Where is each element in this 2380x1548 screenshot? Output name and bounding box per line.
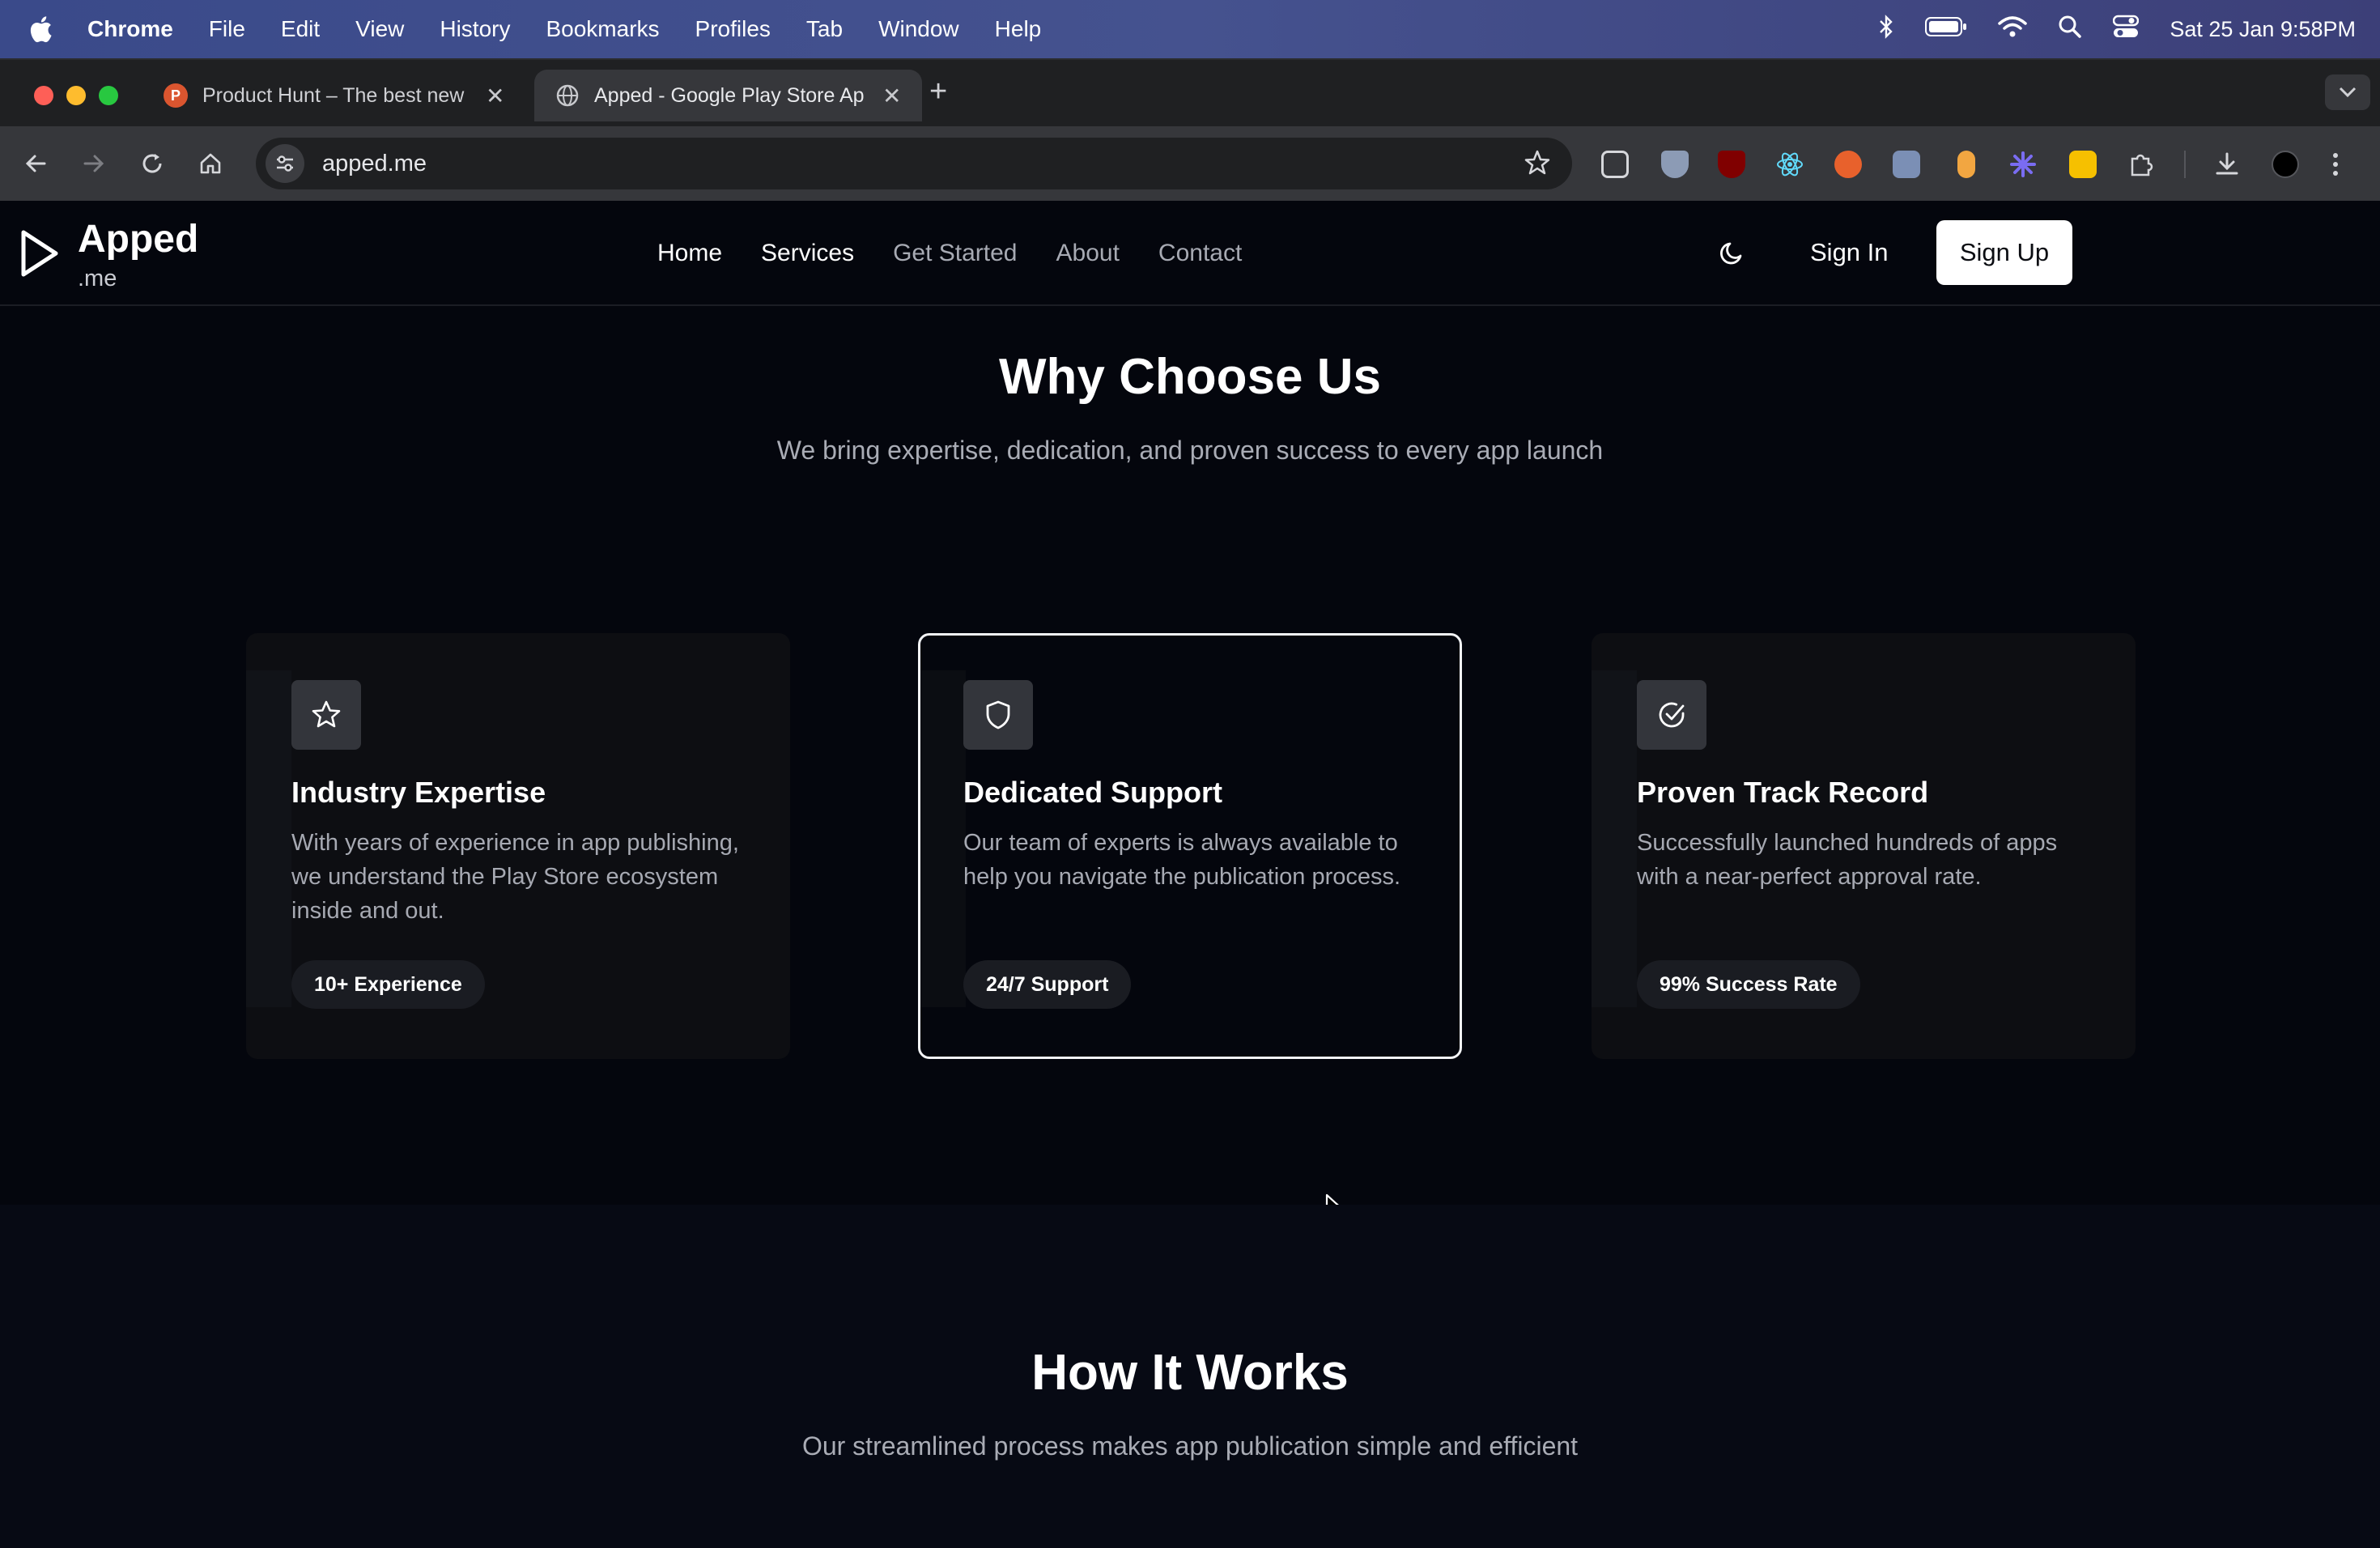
shield-icon [963,680,1033,750]
chrome-menu-icon[interactable] [2331,151,2348,178]
menu-help[interactable]: Help [995,16,1042,42]
feature-card-dedicated-support[interactable]: Dedicated Support Our team of experts is… [918,633,1462,1059]
menubar-clock[interactable]: Sat 25 Jan 9:58PM [2170,17,2356,42]
menu-window[interactable]: Window [878,16,959,42]
extension-card-icon[interactable] [1893,151,1920,178]
card-badge: 10+ Experience [291,960,485,1009]
card-accent [246,670,291,1007]
bluetooth-icon[interactable] [1878,14,1894,45]
how-it-works-subtitle: Our streamlined process makes app public… [801,1431,1579,1461]
menu-app-name[interactable]: Chrome [87,16,173,42]
card-description: Our team of experts is always available … [963,830,1401,890]
card-title: Dedicated Support [963,776,1223,809]
card-description: With years of experience in app publishi… [291,830,739,924]
nav-home[interactable]: Home [657,240,722,267]
browser-tab-apped[interactable]: Apped - Google Play Store Ap ✕ [534,70,923,121]
play-logo-icon[interactable] [19,228,60,283]
wifi-icon[interactable] [1998,15,2028,44]
extension-react-devtools-icon[interactable] [1776,151,1804,178]
address-bar[interactable]: apped.me [256,138,1572,189]
how-it-works-heading: How It Works [1031,1345,1349,1401]
sign-up-button[interactable]: Sign Up [1936,220,2072,285]
nav-about[interactable]: About [1056,240,1120,267]
sign-in-button[interactable]: Sign In [1810,238,1889,267]
tab-search-button[interactable] [2325,74,2370,110]
browser-tab-product-hunt[interactable]: P Product Hunt – The best new ✕ [142,70,525,121]
card-badge: 24/7 Support [963,960,1132,1009]
forward-button[interactable] [74,144,113,183]
nav-services[interactable]: Services [761,240,854,267]
menu-file[interactable]: File [209,16,245,42]
extension-shield-icon[interactable] [1661,151,1689,178]
control-center-icon[interactable] [2113,15,2140,45]
browser-toolbar: apped.me [0,126,2380,201]
new-tab-button[interactable]: + [929,74,947,109]
card-title: Proven Track Record [1637,776,1929,809]
browser-tab-strip: P Product Hunt – The best new ✕ Apped - … [0,58,2380,126]
star-icon [291,680,361,750]
extensions-puzzle-icon[interactable] [2127,151,2155,178]
why-choose-us-title: Why Choose Us [999,349,1381,405]
tab-title: Apped - Google Play Store Ap [594,83,865,107]
card-title: Industry Expertise [291,776,546,809]
profile-avatar[interactable] [2272,151,2299,178]
tab-title: Product Hunt – The best new [202,83,465,107]
moon-icon[interactable] [1716,236,1749,269]
minimize-window-button[interactable] [66,86,86,105]
globe-icon [555,83,580,108]
main-nav: Home Services Get Started About Contact [657,240,1242,267]
nav-get-started[interactable]: Get Started [893,240,1017,267]
close-window-button[interactable] [34,86,53,105]
extension-picture-in-picture-icon[interactable] [1601,151,1629,178]
product-hunt-favicon-icon: P [164,83,188,108]
menu-bookmarks[interactable]: Bookmarks [546,16,659,42]
back-button[interactable] [16,144,55,183]
card-badge: 99% Success Rate [1637,960,1860,1009]
extension-asterisk-icon[interactable] [2009,151,2037,178]
extension-ublock-icon[interactable] [1718,151,1745,178]
check-circle-icon [1637,680,1706,750]
site-info-icon[interactable] [266,144,304,183]
bookmark-star-icon[interactable] [1524,149,1551,181]
apple-icon[interactable] [24,13,57,45]
home-button[interactable] [191,144,230,183]
extension-capsule-icon[interactable] [1957,151,1975,178]
menu-history[interactable]: History [440,16,510,42]
feature-card-proven-track-record[interactable]: Proven Track Record Successfully launche… [1592,633,2136,1059]
toolbar-divider [2184,151,2186,178]
menu-tab[interactable]: Tab [806,16,843,42]
card-accent [920,670,966,1007]
close-tab-icon[interactable]: ✕ [486,83,504,109]
battery-icon[interactable] [1925,16,1967,43]
maximize-window-button[interactable] [99,86,118,105]
downloads-icon[interactable] [2213,151,2241,178]
card-accent [1592,670,1637,1007]
nav-contact[interactable]: Contact [1158,240,1242,267]
why-choose-us-subtitle: We bring expertise, dedication, and prov… [776,436,1604,465]
url-text[interactable]: apped.me [322,151,427,177]
menu-edit[interactable]: Edit [281,16,320,42]
macos-menu-bar: Chrome File Edit View History Bookmarks … [0,0,2380,58]
menu-profiles[interactable]: Profiles [695,16,771,42]
logo-suffix[interactable]: .me [78,266,117,292]
extension-yellow-icon[interactable] [2069,151,2097,178]
logo-name[interactable]: Apped [78,217,198,262]
card-description: Successfully launched hundreds of apps w… [1637,830,2058,890]
menu-view[interactable]: View [355,16,404,42]
spotlight-icon[interactable] [2058,15,2082,45]
close-tab-icon[interactable]: ✕ [882,83,901,109]
reload-button[interactable] [133,144,172,183]
site-header: Apped .me Home Services Get Started Abou… [0,201,2380,306]
apped-website: Apped .me Home Services Get Started Abou… [0,201,2380,1548]
feature-card-industry-expertise[interactable]: Industry Expertise With years of experie… [246,633,790,1059]
extension-orange-icon[interactable] [1834,151,1862,178]
